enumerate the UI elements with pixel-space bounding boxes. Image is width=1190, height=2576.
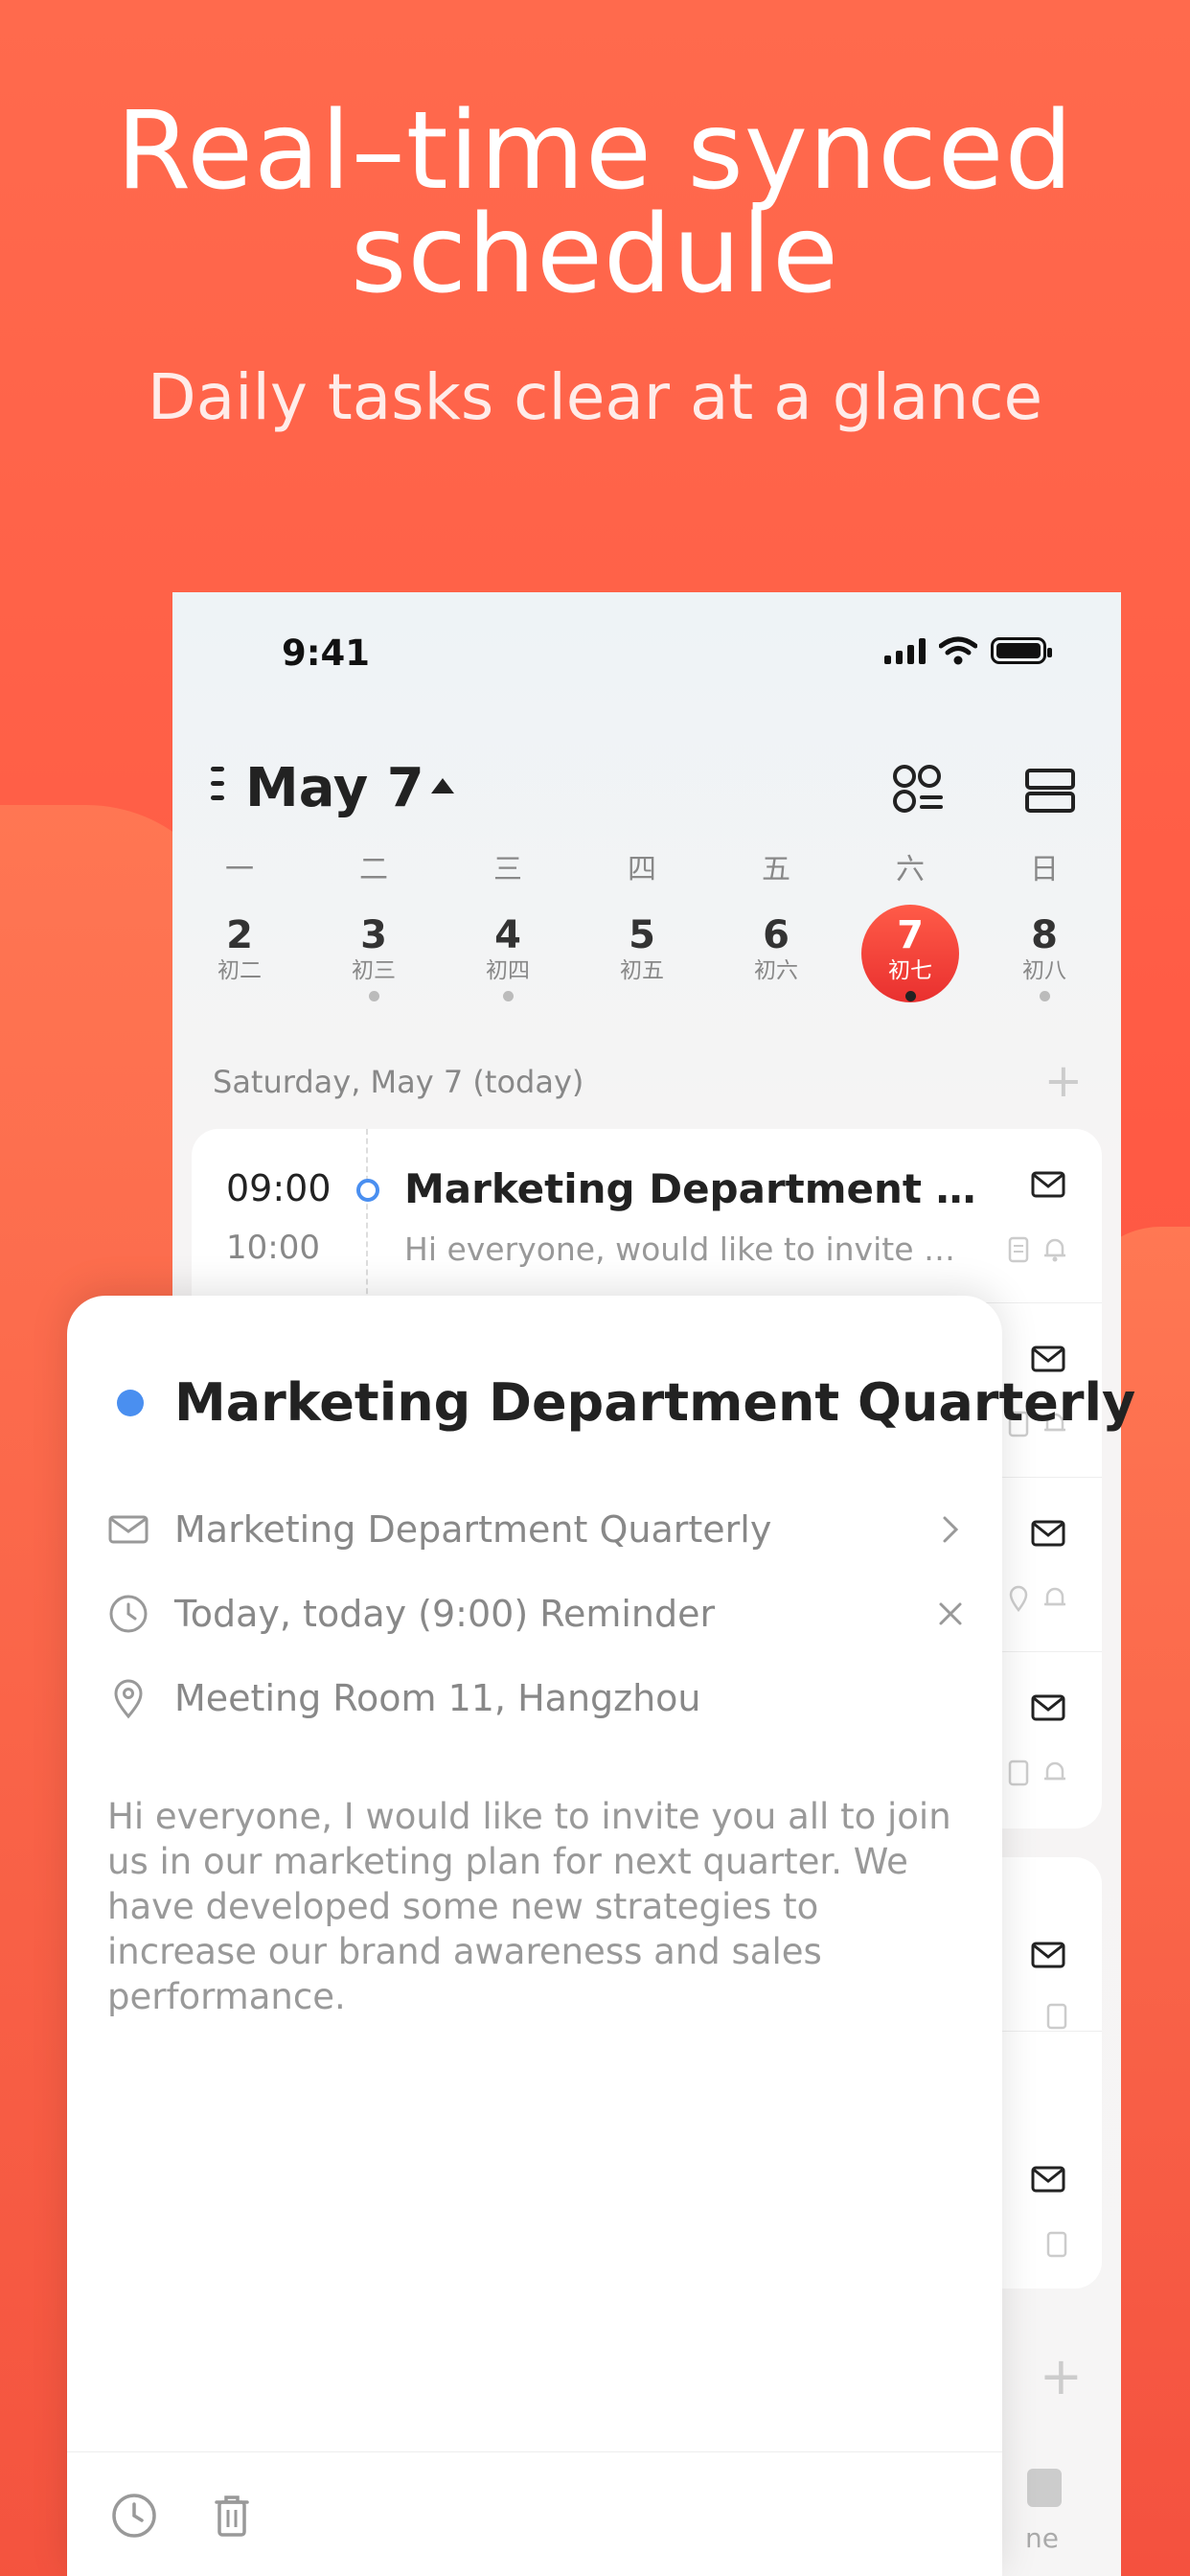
add-event-button-bottom[interactable]: + [1040, 2346, 1083, 2406]
event-color-dot [117, 1390, 144, 1416]
mail-icon [1031, 2166, 1065, 2193]
status-bar: 9:41 [172, 592, 1121, 717]
day-cell-today[interactable]: 六 7 初七 [858, 851, 963, 1002]
mail-icon [1031, 1942, 1065, 1968]
profile-tab-icon [1027, 2469, 1062, 2507]
month-label[interactable]: May 7 [245, 757, 424, 819]
day-cell[interactable]: 五 6 初六 [723, 851, 829, 985]
list-view-icon[interactable] [1023, 763, 1077, 816]
day-cell[interactable]: 一 2 初二 [187, 851, 292, 985]
location-icon [114, 1679, 143, 1719]
event-dot [502, 991, 514, 1001]
grid-view-icon[interactable] [891, 763, 945, 816]
mail-icon [1031, 1694, 1065, 1721]
day-cell[interactable]: 三 4 初四 [455, 851, 561, 1001]
event-dot [1039, 991, 1050, 1001]
note-icon [1008, 1760, 1029, 1786]
clock-icon[interactable] [109, 2491, 159, 2541]
event-detail-title: Marketing Department Quarterly [174, 1372, 1136, 1433]
close-icon[interactable] [931, 1595, 970, 1633]
caret-up-icon[interactable] [431, 778, 454, 794]
day-cell[interactable]: 四 5 初五 [589, 851, 695, 985]
event-dot [904, 991, 916, 1001]
mail-row[interactable]: Marketing Department Quarterly [107, 1501, 970, 1558]
day-cell[interactable]: 日 8 初八 [992, 851, 1097, 1001]
note-icon [1046, 2003, 1067, 2030]
event-status-dot [356, 1179, 379, 1202]
mail-icon [1031, 1171, 1065, 1198]
signal-icon [884, 637, 926, 664]
calendar-header: May 7 [211, 736, 1092, 841]
menu-icon[interactable] [211, 765, 234, 803]
note-icon [1046, 2231, 1067, 2258]
event-title: Marketing Department Quart... [404, 1165, 989, 1212]
timeline [366, 1129, 368, 1303]
hero-subtitle: Daily tasks clear at a glance [147, 360, 1043, 434]
mail-icon [1031, 1520, 1065, 1547]
event-end-time: 10:00 [226, 1229, 320, 1267]
detail-toolbar [67, 2451, 1002, 2576]
event-row[interactable]: 09:00 10:00 Marketing Department Quart..… [192, 1129, 1102, 1303]
bell-icon [1044, 1587, 1065, 1606]
hero-title: Real–time synced schedule [116, 89, 1074, 317]
tab-me[interactable]: ne [996, 2461, 1111, 2566]
selected-date-label: Saturday, May 7 (today) [213, 1064, 584, 1100]
location-icon [1009, 1585, 1028, 1612]
bell-icon [1044, 1238, 1065, 1262]
bell-icon [1044, 1761, 1065, 1781]
day-cell[interactable]: 二 3 初三 [321, 851, 426, 1001]
wifi-icon [939, 636, 977, 665]
week-strip: 一 2 初二 二 3 初三 三 4 初四 四 5 初五 五 6 初六 六 7 初… [172, 851, 1121, 1043]
trash-icon[interactable] [207, 2491, 257, 2541]
event-dot [368, 991, 379, 1001]
mail-icon [1031, 1346, 1065, 1372]
chevron-right-icon[interactable] [931, 1510, 970, 1549]
battery-icon [991, 637, 1052, 664]
add-event-button[interactable]: + [1044, 1058, 1083, 1104]
status-time: 9:41 [282, 632, 371, 674]
mail-icon [108, 1515, 149, 1544]
event-start-time: 09:00 [226, 1167, 332, 1209]
event-description: Hi everyone, would like to invite yo... [404, 1230, 970, 1268]
note-icon [1008, 1236, 1029, 1263]
tab-me-label: ne [1025, 2522, 1059, 2554]
event-detail-body: Hi everyone, I would like to invite you … [107, 1796, 951, 2017]
location-row[interactable]: Meeting Room 11, Hangzhou [107, 1669, 970, 1727]
event-detail-sheet: Marketing Department Quarterly Marketing… [67, 1296, 1135, 2576]
clock-icon [109, 1595, 148, 1633]
reminder-row[interactable]: Today, today (9:00) Reminder [107, 1585, 970, 1643]
status-icons [884, 636, 1052, 665]
